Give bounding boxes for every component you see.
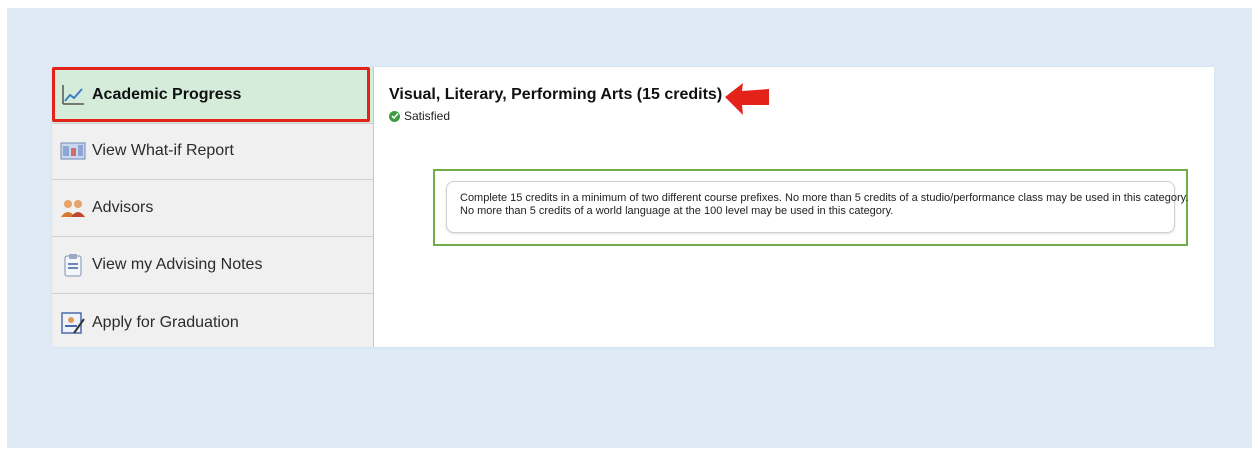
sidebar-item-label: View my Advising Notes	[92, 256, 263, 273]
sidebar-item-label: View What-if Report	[92, 142, 234, 159]
check-circle-icon	[389, 110, 400, 122]
requirement-content: Visual, Literary, Performing Arts (15 cr…	[374, 67, 1214, 347]
requirement-description: Complete 15 credits in a minimum of two …	[446, 181, 1189, 233]
sidebar-item-label: Academic Progress	[92, 86, 242, 103]
diploma-icon	[60, 311, 86, 335]
requirement-description-line: Complete 15 credits in a minimum of two …	[460, 192, 1189, 204]
sidebar-item-label: Advisors	[92, 199, 154, 216]
academic-progress-panel: Academic Progress View What-if Report Ad…	[52, 67, 1214, 347]
sidebar-item-advising-notes[interactable]: View my Advising Notes	[52, 237, 373, 294]
people-icon	[60, 196, 86, 220]
sidebar-nav: Academic Progress View What-if Report Ad…	[52, 67, 374, 347]
clipboard-icon	[60, 253, 86, 277]
status-badge: Satisfied	[389, 109, 450, 123]
sidebar-item-what-if-report[interactable]: View What-if Report	[52, 123, 373, 180]
requirement-description-line: No more than 5 credits of a world langua…	[460, 205, 894, 217]
report-icon	[60, 139, 86, 163]
status-text: Satisfied	[404, 109, 451, 123]
chart-line-icon	[60, 83, 86, 107]
red-arrow-icon	[725, 83, 769, 115]
highlight-outline-green: Complete 15 credits in a minimum of two …	[433, 169, 1188, 246]
sidebar-item-academic-progress[interactable]: Academic Progress	[52, 67, 373, 124]
sidebar-item-advisors[interactable]: Advisors	[52, 180, 373, 237]
sidebar-item-apply-graduation[interactable]: Apply for Graduation	[52, 294, 373, 351]
requirement-title: Visual, Literary, Performing Arts (15 cr…	[389, 86, 723, 103]
sidebar-item-label: Apply for Graduation	[92, 313, 239, 331]
